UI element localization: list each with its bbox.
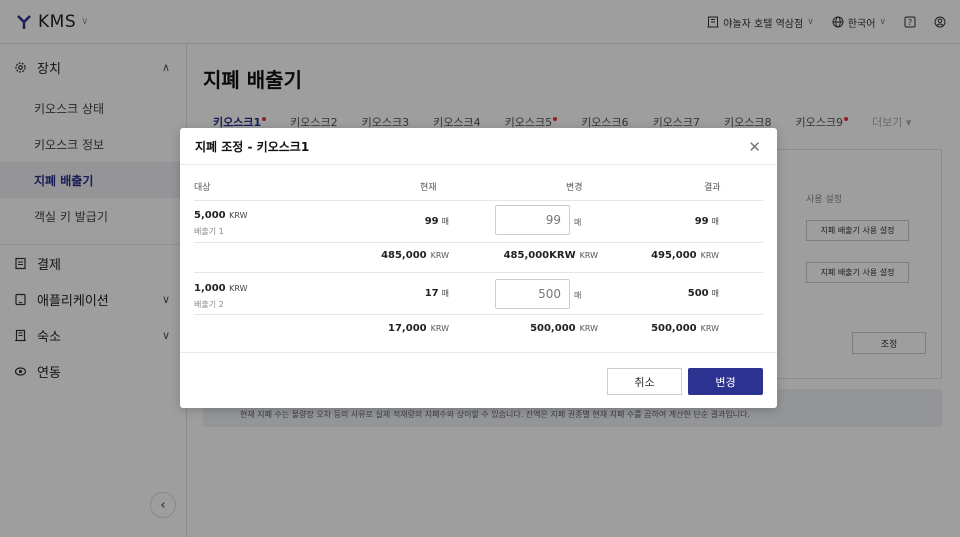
bill-adjust-modal: 지폐 조정 - 키오스크1 ✕ 대상 현재 변경 결과 5,000 KRW 배출…	[180, 128, 777, 408]
count-unit: 매	[711, 289, 719, 298]
header-current: 현재	[420, 182, 437, 193]
row-1-change-unit: 매	[574, 218, 582, 227]
denomination-value: 5,000	[194, 210, 226, 221]
modal-header: 지폐 조정 - 키오스크1 ✕	[180, 128, 777, 165]
modal-title: 지폐 조정 - 키오스크1	[195, 139, 310, 154]
row-1-result-amount: 495,000 KRW	[624, 250, 719, 261]
row-2-change-amount: 500,000 KRW	[484, 323, 598, 334]
count-value: 500	[687, 288, 709, 299]
row-1-change-input[interactable]: 99	[495, 205, 570, 235]
count-value: 17	[424, 288, 439, 299]
row-2-denomination: 1,000 KRW	[194, 283, 248, 294]
count-unit: 매	[441, 289, 449, 298]
confirm-change-button[interactable]: 변경	[688, 368, 763, 395]
header-change: 변경	[566, 182, 583, 193]
row-2-change-unit: 매	[574, 291, 582, 300]
divider	[194, 314, 763, 315]
header-result: 결과	[704, 182, 721, 193]
amount-value: 495,000	[651, 250, 697, 261]
close-icon[interactable]: ✕	[748, 138, 761, 156]
amount-unit: KRW	[430, 324, 449, 333]
amount-unit: KRW	[579, 324, 598, 333]
amount-value: 485,000	[381, 250, 427, 261]
divider	[194, 200, 763, 201]
amount-value: 500,000	[530, 323, 576, 334]
divider	[194, 272, 763, 273]
row-2-current-count: 17 매	[394, 288, 449, 299]
count-unit: 매	[441, 217, 449, 226]
row-1-denomination: 5,000 KRW	[194, 210, 248, 221]
divider	[194, 242, 763, 243]
row-1-current-amount: 485,000 KRW	[354, 250, 449, 261]
row-1-current-count: 99 매	[394, 216, 449, 227]
count-value: 99	[424, 216, 439, 227]
row-2-dispenser: 배출기 2	[194, 300, 224, 309]
denomination-value: 1,000	[194, 283, 226, 294]
amount-unit: KRW	[579, 251, 598, 260]
amount-unit: KRW	[430, 251, 449, 260]
amount-unit: KRW	[700, 251, 719, 260]
row-1-result-count: 99 매	[664, 216, 719, 227]
currency-unit: KRW	[229, 211, 248, 220]
count-value: 99	[694, 216, 709, 227]
row-2-result-amount: 500,000 KRW	[624, 323, 719, 334]
currency-unit: KRW	[229, 284, 248, 293]
amount-value: 485,000KRW	[503, 250, 576, 261]
modal-footer: 취소 변경	[180, 352, 777, 408]
header-target: 대상	[194, 182, 211, 193]
amount-unit: KRW	[700, 324, 719, 333]
amount-value: 17,000	[388, 323, 427, 334]
row-2-current-amount: 17,000 KRW	[354, 323, 449, 334]
amount-value: 500,000	[651, 323, 697, 334]
row-2-change-input[interactable]: 500	[495, 279, 570, 309]
cancel-button[interactable]: 취소	[607, 368, 682, 395]
row-1-dispenser: 배출기 1	[194, 227, 224, 236]
row-2-result-count: 500 매	[664, 288, 719, 299]
count-unit: 매	[711, 217, 719, 226]
row-1-change-amount: 485,000KRW KRW	[484, 250, 598, 261]
